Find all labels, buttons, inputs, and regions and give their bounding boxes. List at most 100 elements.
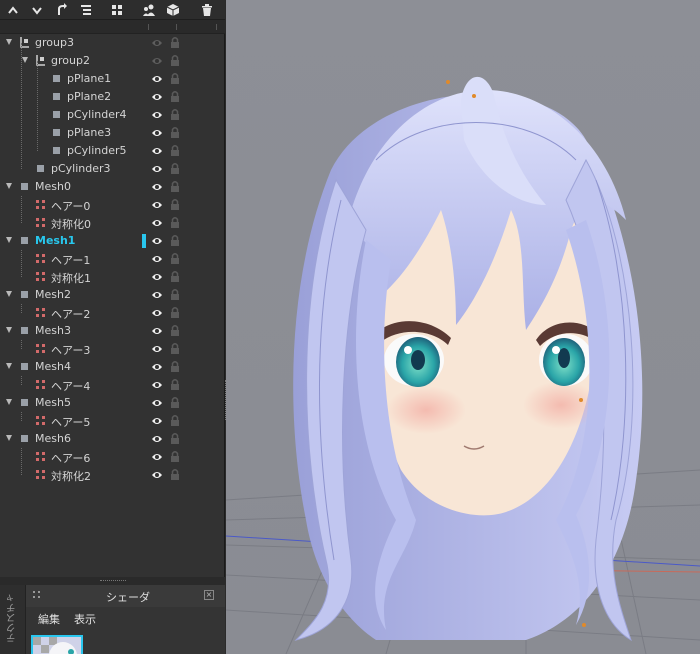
outliner-row[interactable]: 対称化1 xyxy=(0,268,225,286)
visibility-eye-icon[interactable] xyxy=(151,109,163,121)
visibility-eye-icon[interactable] xyxy=(151,289,163,301)
visibility-eye-icon[interactable] xyxy=(151,199,163,211)
outliner-row[interactable]: 対称化0 xyxy=(0,214,225,232)
outliner-row[interactable]: 対称化2 xyxy=(0,466,225,484)
texture-side-tab[interactable]: テクスチャ xyxy=(0,585,26,654)
cube-button[interactable] xyxy=(163,0,183,20)
visibility-eye-icon[interactable] xyxy=(151,469,163,481)
lock-icon[interactable] xyxy=(170,126,180,139)
outliner-row[interactable]: ヘアー4 xyxy=(0,376,225,394)
outliner-row[interactable]: ヘアー5 xyxy=(0,412,225,430)
lock-icon[interactable] xyxy=(170,270,180,283)
lock-icon[interactable] xyxy=(170,288,180,301)
outliner-row[interactable]: Mesh5 xyxy=(0,394,225,412)
lock-icon[interactable] xyxy=(170,234,180,247)
lock-icon[interactable] xyxy=(170,36,180,49)
outliner-row[interactable]: Mesh4 xyxy=(0,358,225,376)
lock-icon[interactable] xyxy=(170,342,180,355)
visibility-eye-icon[interactable] xyxy=(151,181,163,193)
expand-triangle-icon[interactable] xyxy=(6,291,12,297)
lock-icon[interactable] xyxy=(170,378,180,391)
drag-grip-icon[interactable] xyxy=(33,591,41,599)
lock-icon[interactable] xyxy=(170,180,180,193)
texture-thumbnail[interactable] xyxy=(31,635,83,654)
visibility-eye-icon[interactable] xyxy=(151,325,163,337)
outliner-row[interactable]: group2 xyxy=(0,52,225,70)
visibility-eye-icon[interactable] xyxy=(151,415,163,427)
visibility-eye-icon[interactable] xyxy=(151,235,163,247)
outliner-row[interactable]: ヘアー2 xyxy=(0,304,225,322)
lock-icon[interactable] xyxy=(170,414,180,427)
visibility-eye-icon[interactable] xyxy=(151,91,163,103)
outliner-row[interactable]: pCylinder5 xyxy=(0,142,225,160)
chevron-down-button[interactable] xyxy=(27,0,47,20)
rotate-button[interactable] xyxy=(52,0,72,20)
3d-viewport[interactable] xyxy=(226,0,700,654)
lock-icon[interactable] xyxy=(170,216,180,229)
outliner-row[interactable]: pPlane1 xyxy=(0,70,225,88)
outliner-row[interactable]: Mesh1 xyxy=(0,232,225,250)
lock-icon[interactable] xyxy=(170,396,180,409)
lock-icon[interactable] xyxy=(170,252,180,265)
expand-triangle-icon[interactable] xyxy=(6,237,12,243)
chevron-up-button[interactable] xyxy=(3,0,23,20)
outliner-row[interactable]: pPlane3 xyxy=(0,124,225,142)
visibility-eye-icon[interactable] xyxy=(151,145,163,157)
expand-triangle-icon[interactable] xyxy=(6,399,12,405)
hierarchy-button[interactable] xyxy=(76,0,96,20)
outliner-row[interactable]: Mesh3 xyxy=(0,322,225,340)
visibility-eye-icon[interactable] xyxy=(151,433,163,445)
visibility-eye-icon[interactable] xyxy=(151,163,163,175)
visibility-eye-icon[interactable] xyxy=(151,379,163,391)
menu-edit[interactable]: 編集 xyxy=(38,611,60,627)
outliner-row[interactable]: pPlane2 xyxy=(0,88,225,106)
lock-icon[interactable] xyxy=(170,108,180,121)
visibility-eye-icon[interactable] xyxy=(151,127,163,139)
expand-triangle-icon[interactable] xyxy=(6,363,12,369)
people-button[interactable] xyxy=(139,0,159,20)
lock-icon[interactable] xyxy=(170,468,180,481)
splitter-grip[interactable] xyxy=(100,580,126,582)
visibility-eye-icon[interactable] xyxy=(151,217,163,229)
panel-splitter[interactable] xyxy=(0,577,225,585)
lock-icon[interactable] xyxy=(170,198,180,211)
visibility-eye-icon[interactable] xyxy=(151,397,163,409)
outliner-row[interactable]: Mesh0 xyxy=(0,178,225,196)
expand-triangle-icon[interactable] xyxy=(6,39,12,45)
visibility-eye-icon[interactable] xyxy=(151,73,163,85)
outliner-row[interactable]: group3 xyxy=(0,34,225,52)
grid-button[interactable] xyxy=(107,0,127,20)
visibility-eye-icon[interactable] xyxy=(151,343,163,355)
expand-triangle-icon[interactable] xyxy=(6,327,12,333)
lock-icon[interactable] xyxy=(170,90,180,103)
visibility-eye-icon[interactable] xyxy=(151,37,163,49)
expand-triangle-icon[interactable] xyxy=(6,183,12,189)
outliner-row[interactable]: pCylinder4 xyxy=(0,106,225,124)
visibility-eye-icon[interactable] xyxy=(151,253,163,265)
lock-icon[interactable] xyxy=(170,324,180,337)
outliner-row[interactable]: Mesh2 xyxy=(0,286,225,304)
lock-icon[interactable] xyxy=(170,162,180,175)
lock-icon[interactable] xyxy=(170,450,180,463)
outliner-row[interactable]: ヘアー0 xyxy=(0,196,225,214)
visibility-eye-icon[interactable] xyxy=(151,55,163,67)
lock-icon[interactable] xyxy=(170,54,180,67)
visibility-eye-icon[interactable] xyxy=(151,451,163,463)
visibility-eye-icon[interactable] xyxy=(151,307,163,319)
outliner-row[interactable]: ヘアー6 xyxy=(0,448,225,466)
trash-button[interactable] xyxy=(197,0,217,20)
outliner-row[interactable]: ヘアー3 xyxy=(0,340,225,358)
expand-triangle-icon[interactable] xyxy=(6,435,12,441)
visibility-eye-icon[interactable] xyxy=(151,361,163,373)
lock-icon[interactable] xyxy=(170,144,180,157)
lock-icon[interactable] xyxy=(170,360,180,373)
outliner-row[interactable]: ヘアー1 xyxy=(0,250,225,268)
visibility-eye-icon[interactable] xyxy=(151,271,163,283)
outliner-row[interactable]: pCylinder3 xyxy=(0,160,225,178)
menu-view[interactable]: 表示 xyxy=(74,611,96,627)
outliner-row[interactable]: Mesh6 xyxy=(0,430,225,448)
lock-icon[interactable] xyxy=(170,432,180,445)
expand-triangle-icon[interactable] xyxy=(22,57,28,63)
close-icon[interactable]: × xyxy=(204,590,214,600)
lock-icon[interactable] xyxy=(170,306,180,319)
